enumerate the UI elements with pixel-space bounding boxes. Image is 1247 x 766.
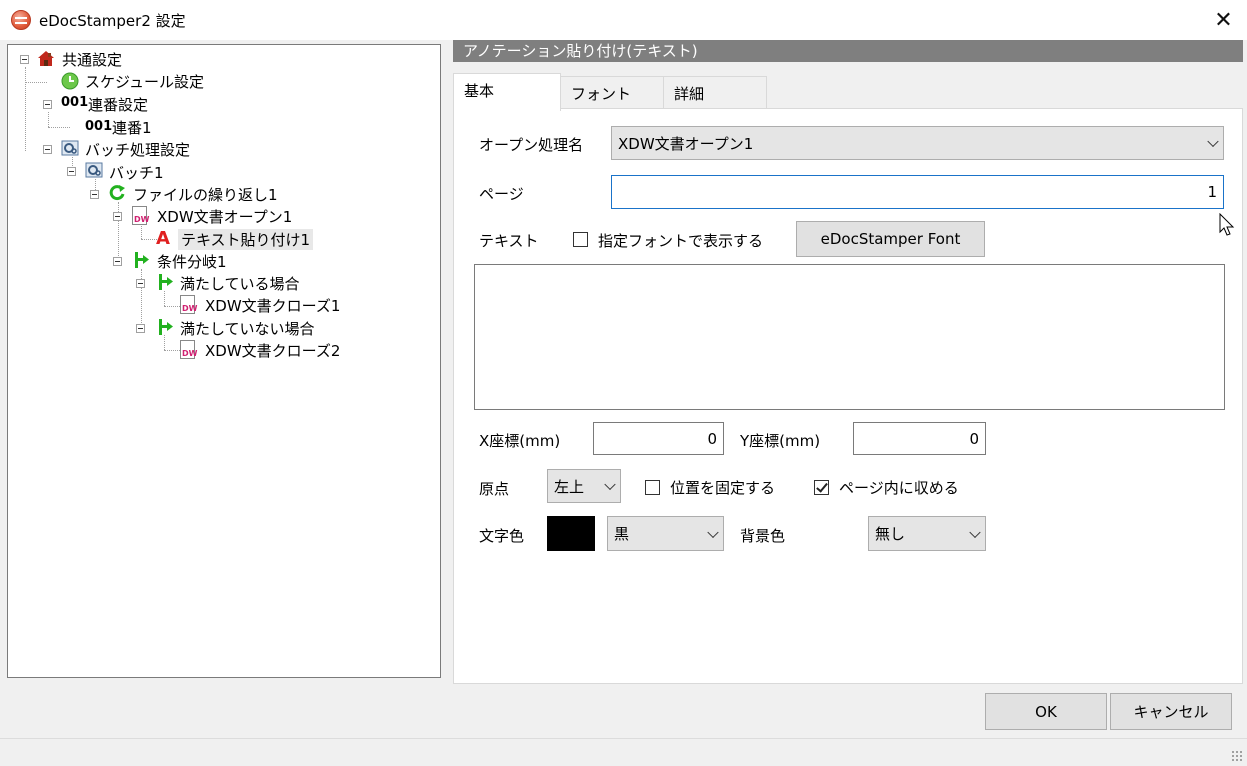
clock-icon [61,72,79,90]
branch-icon [159,319,173,335]
open-process-select[interactable]: XDW文書オープン1 [611,126,1224,160]
open-process-value: XDW文書オープン1 [618,134,754,153]
background-color-value: 無し [875,525,906,543]
tree-item-condition-true[interactable]: 満たしている場合 [180,273,300,294]
panel-header: アノテーション貼り付け(テキスト) [453,40,1243,62]
tab-font[interactable]: フォント [560,76,664,109]
fix-position-label: 位置を固定する [670,479,776,497]
tree-item-condition-false[interactable]: 満たしていない場合 [180,318,315,339]
text-color-label: 文字色 [479,527,525,545]
origin-label: 原点 [479,480,510,498]
open-process-label: オープン処理名 [479,136,584,154]
docuworks-document-icon: DW [180,295,197,314]
use-font-label: 指定フォントで表示する [598,232,764,250]
text-a-icon: A [156,228,170,249]
tree-item-file-loop-1[interactable]: ファイルの繰り返し1 [133,184,278,205]
tab-detail[interactable]: 詳細 [663,76,767,109]
chevron-down-icon [969,526,981,538]
tree-item-serial-settings[interactable]: 連番設定 [88,94,148,115]
tree-item-xdw-close-2[interactable]: XDW文書クローズ2 [205,340,340,361]
tree-item-xdw-open-1[interactable]: XDW文書オープン1 [157,206,292,227]
branch-icon [135,252,149,268]
chevron-down-icon [1207,135,1219,148]
chevron-down-icon [604,478,616,491]
window-title: eDocStamper2 設定 [39,12,186,30]
x-coordinate-input[interactable]: 0 [593,422,724,455]
text-area[interactable] [474,264,1225,410]
docuworks-document-icon: DW [180,340,197,359]
origin-select[interactable]: 左上 [547,469,621,503]
tree-item-schedule-settings[interactable]: スケジュール設定 [85,71,204,92]
loop-arrow-icon [109,185,125,201]
docuworks-document-icon: DW [132,206,149,225]
fix-position-checkbox[interactable] [645,480,660,495]
page-label: ページ [479,185,524,203]
y-coordinate-label: Y座標(mm) [740,432,821,450]
status-bar [0,738,1247,766]
tree-item-batch-1[interactable]: バッチ1 [109,162,164,183]
cancel-button[interactable]: キャンセル [1110,693,1232,730]
y-coordinate-input[interactable]: 0 [853,422,986,455]
close-button[interactable]: ✕ [1200,0,1247,40]
text-color-swatch[interactable] [547,516,595,551]
page-input[interactable]: 1 [611,175,1224,209]
text-label: テキスト [479,232,539,250]
x-coordinate-label: X座標(mm) [479,432,561,450]
tree-item-condition-branch-1[interactable]: 条件分岐1 [157,251,227,272]
background-color-label: 背景色 [740,527,786,545]
app-logo-icon [11,10,31,30]
house-icon [38,51,54,66]
background-color-select[interactable]: 無し [868,516,986,551]
fit-page-checkbox[interactable] [814,480,829,495]
origin-value: 左上 [554,477,585,496]
font-select-button[interactable]: eDocStamper Font [796,221,985,257]
tree-item-serial-1[interactable]: 連番1 [112,117,152,138]
tree-item-text-paste-1[interactable]: テキスト貼り付け1 [178,229,314,250]
resize-grip-icon[interactable] [1231,750,1243,762]
text-color-value: 黒 [614,525,630,543]
serial-number-icon: 001 [61,95,89,110]
tree-item-batch-settings[interactable]: バッチ処理設定 [85,139,190,160]
use-font-checkbox[interactable] [573,232,588,247]
ok-button[interactable]: OK [985,693,1107,730]
fit-page-label: ページ内に収める [839,479,959,497]
settings-tree[interactable]: 共通設定 スケジュール設定 001 連番設定 001 連番1 バッチ処理設定 バ… [7,44,441,678]
branch-icon [159,274,173,290]
tab-basic[interactable]: 基本 [453,73,561,111]
tree-item-xdw-close-1[interactable]: XDW文書クローズ1 [205,295,340,316]
batch-gear-icon [85,162,103,178]
title-bar: eDocStamper2 設定 ✕ [0,0,1247,40]
mouse-cursor-icon [1219,213,1235,236]
tree-item-common-settings[interactable]: 共通設定 [62,49,122,70]
batch-gear-icon [61,140,79,156]
text-color-select[interactable]: 黒 [607,516,724,551]
serial-number-icon: 001 [85,119,113,134]
chevron-down-icon [707,526,719,538]
